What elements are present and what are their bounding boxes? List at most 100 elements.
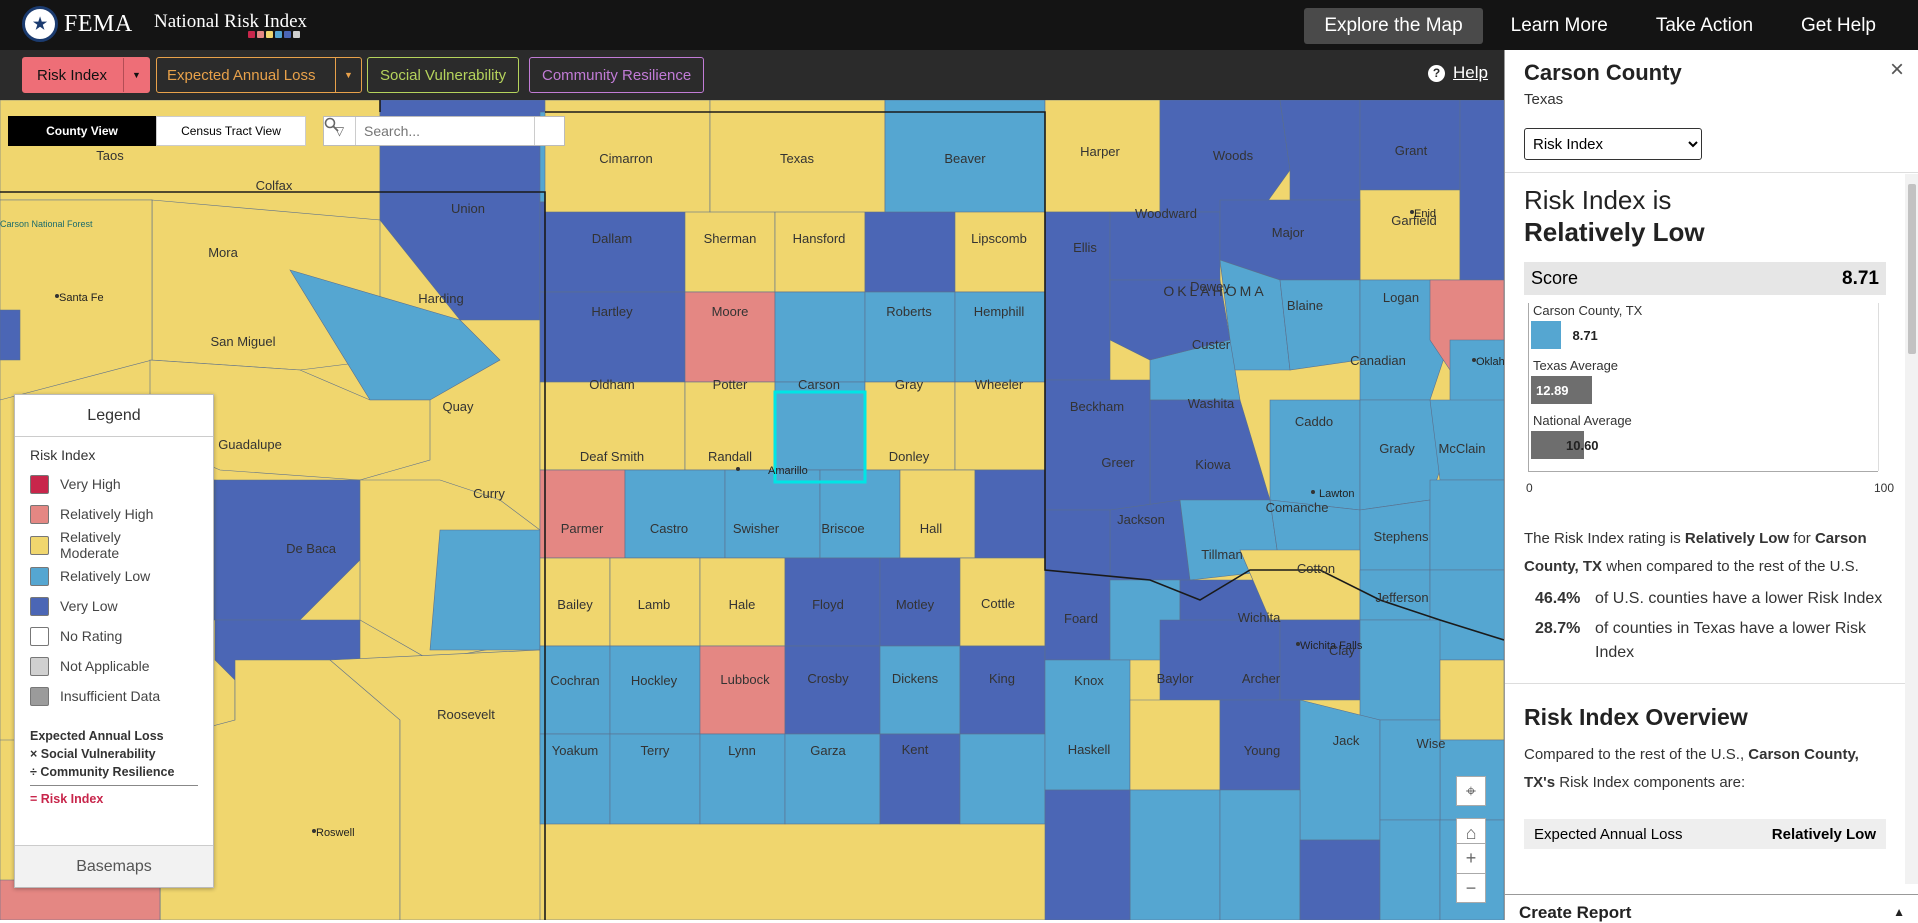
county-shape[interactable] [1359, 189, 1461, 281]
chart-axis-right [1878, 303, 1879, 471]
city-label: Wichita Falls [1300, 640, 1363, 652]
county-shape[interactable] [0, 309, 21, 361]
tab-social-vulnerability[interactable]: Social Vulnerability [367, 57, 520, 93]
product-name[interactable]: National Risk Index [154, 11, 307, 33]
city-dot [736, 467, 740, 471]
county-shape[interactable] [1129, 699, 1221, 791]
county-shape[interactable] [1279, 619, 1361, 701]
county-shape[interactable] [539, 645, 611, 735]
nav-take-action[interactable]: Take Action [1636, 8, 1773, 44]
county-detail-panel: Carson County Texas × Risk Index Risk In… [1504, 50, 1918, 922]
help-link[interactable]: ? Help [1428, 63, 1488, 83]
county-shape[interactable] [1299, 699, 1381, 841]
county-shape[interactable] [1429, 399, 1504, 481]
county-shape[interactable] [959, 733, 1046, 825]
county-shape[interactable] [774, 291, 866, 383]
tab-expected-annual-loss[interactable]: Expected Annual Loss ▼ [156, 57, 362, 93]
legend-item: Insufficient Data [30, 681, 213, 711]
map-canvas[interactable]: Taos Colfax Union Mora Harding San Miguel Guad… [0, 100, 1504, 920]
search-button[interactable] [324, 117, 564, 145]
tab-community-resilience[interactable]: Community Resilience [529, 57, 705, 93]
county-shape[interactable] [774, 381, 866, 471]
county-shape[interactable] [1159, 619, 1281, 701]
nav-explore-the-map[interactable]: Explore the Map [1304, 8, 1483, 44]
county-label: Harper [1080, 144, 1120, 159]
county-shape[interactable] [974, 469, 1046, 559]
locate-button[interactable]: ⌖ [1456, 776, 1486, 806]
county-shape[interactable] [1044, 509, 1111, 661]
county-shape[interactable] [879, 645, 961, 735]
overview-title: Risk Index Overview [1524, 704, 1748, 730]
nav-get-help[interactable]: Get Help [1781, 8, 1896, 44]
county-shape[interactable] [539, 201, 686, 293]
create-report-bar[interactable]: Create Report ▲ [1505, 894, 1918, 922]
basemaps-button[interactable]: Basemaps [15, 845, 213, 887]
county-shape[interactable] [539, 469, 626, 559]
zoom-out-button[interactable]: − [1456, 873, 1486, 903]
component-select[interactable]: Risk Index [1524, 128, 1702, 160]
county-shape[interactable] [1429, 479, 1504, 571]
county-shape[interactable] [1109, 211, 1221, 281]
city-label: Roswell [316, 827, 355, 839]
county-shape[interactable] [1359, 619, 1441, 721]
county-shape[interactable] [1279, 100, 1361, 201]
risk-index-dropdown-icon[interactable]: ▼ [123, 58, 149, 92]
county-shape[interactable] [1429, 569, 1504, 661]
fema-logo[interactable]: ★ FEMA [22, 6, 133, 42]
county-shape[interactable] [954, 201, 1046, 293]
county-shape[interactable] [774, 201, 866, 293]
legend-item-label: Insufficient Data [60, 688, 161, 704]
brand-dot [266, 31, 273, 38]
county-shape[interactable] [699, 645, 786, 735]
panel-scrollbar[interactable] [1905, 174, 1918, 884]
county-shape[interactable] [1379, 719, 1441, 821]
county-shape[interactable] [1219, 789, 1301, 920]
county-label: Briscoe [821, 521, 864, 536]
layer-toolbar: Risk Index ▼ Expected Annual Loss ▼ Soci… [0, 50, 1504, 100]
expand-up-icon[interactable]: ▲ [1893, 905, 1905, 919]
zoom-in-button[interactable]: + [1456, 843, 1486, 873]
county-shape[interactable] [1459, 100, 1504, 281]
county-label: Castro [650, 521, 688, 536]
county-shape[interactable] [684, 201, 776, 293]
county-label: Woods [1213, 148, 1254, 163]
scrollbar-thumb[interactable] [1908, 184, 1916, 354]
county-shape[interactable] [609, 645, 701, 735]
eal-dropdown-icon[interactable]: ▼ [335, 58, 361, 92]
panel-content[interactable]: Risk Index is Relatively Low Score 8.71 … [1505, 174, 1905, 884]
search-input[interactable] [356, 117, 534, 145]
county-shape[interactable] [429, 529, 541, 651]
county-shape[interactable] [954, 381, 1046, 471]
county-shape[interactable] [1129, 789, 1221, 920]
county-shape[interactable] [959, 645, 1046, 735]
county-label: Parmer [561, 521, 604, 536]
county-label: Lamb [638, 597, 671, 612]
component-row-eal[interactable]: Expected Annual Loss Relatively Low [1524, 819, 1886, 849]
county-shape[interactable] [864, 201, 956, 293]
county-shape[interactable] [1379, 819, 1441, 920]
county-shape[interactable] [899, 469, 976, 559]
summary-rating: Relatively Low [1684, 530, 1790, 547]
county-label: Young [1244, 743, 1280, 758]
census-tract-view-button[interactable]: Census Tract View [156, 116, 306, 146]
county-shape[interactable] [1299, 839, 1381, 920]
county-label: Lipscomb [971, 231, 1027, 246]
close-icon[interactable]: × [1890, 56, 1904, 84]
nav-learn-more[interactable]: Learn More [1491, 8, 1628, 44]
tab-risk-index[interactable]: Risk Index ▼ [22, 57, 150, 93]
county-shape[interactable] [784, 645, 881, 735]
county-label: Ellis [1073, 240, 1097, 255]
county-view-button[interactable]: County View [8, 116, 156, 146]
legend-title[interactable]: Legend [15, 395, 213, 437]
county-shape[interactable] [1279, 279, 1361, 371]
county-shape[interactable] [1044, 789, 1131, 920]
county-shape[interactable] [1044, 211, 1111, 381]
county-label: Oldham [589, 377, 635, 392]
county-choropleth-map[interactable]: Taos Colfax Union Mora Harding San Miguel Guad… [0, 100, 1504, 920]
county-shape[interactable] [624, 469, 726, 559]
county-shape[interactable] [1439, 659, 1504, 741]
legend-items: Very High Relatively High Relatively Moder… [15, 469, 213, 711]
county-label: Yoakum [552, 743, 599, 758]
city-label: Oklahoma [1476, 356, 1504, 368]
county-label: Haskell [1068, 742, 1111, 757]
